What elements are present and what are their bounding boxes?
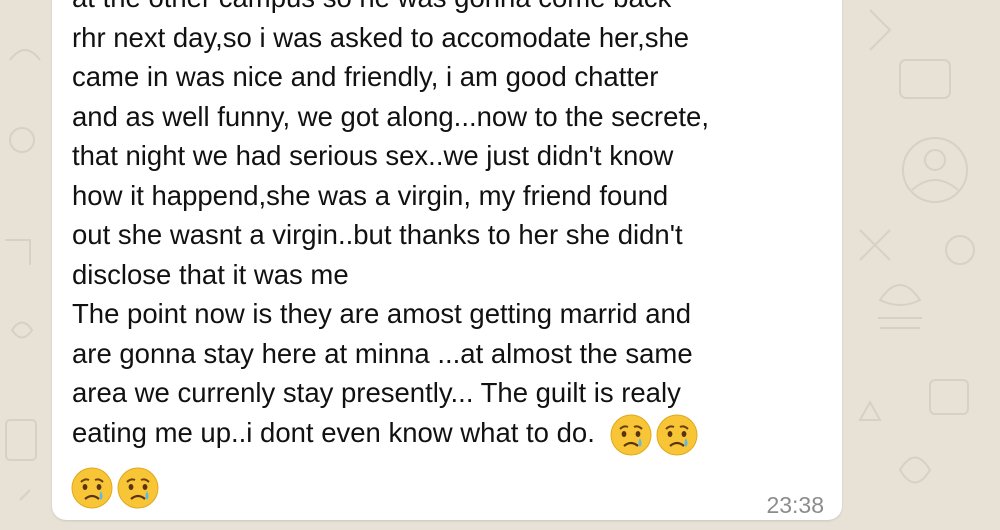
message-line: that night we had serious sex..we just d…: [72, 140, 674, 171]
message-line: are gonna stay here at minna ...at almos…: [72, 337, 693, 369]
message-line-with-emoji: eating me up..i dont even know what to d…: [72, 414, 701, 455]
crying-face-emoji-icon: [71, 467, 113, 509]
message-line: came in was nice and friendly, i am good…: [72, 61, 659, 92]
wallpaper-star-icon: [858, 399, 882, 421]
crying-face-emoji-icon: [117, 467, 159, 509]
crying-face-emoji-icon: [610, 414, 652, 455]
message-timestamp: 23:38: [766, 492, 824, 518]
wallpaper-card-icon: [899, 59, 951, 99]
message-line: at the other campus so he was gonna come…: [72, 0, 671, 13]
emoji-group: [609, 413, 701, 457]
message-line: and as well funny, we got along...now to…: [72, 100, 709, 132]
message-text: at the other campus so he was gonna come…: [72, 0, 832, 457]
message-line: disclose that it was me: [72, 258, 349, 290]
emoji-group-second-line: [70, 466, 162, 516]
message-line: area we currenly stay presently... The g…: [72, 377, 681, 408]
crying-face-emoji-icon: [656, 414, 698, 455]
message-line: eating me up..i dont even know what to d…: [72, 416, 595, 448]
wallpaper-box-icon: [929, 379, 969, 415]
message-line: rhr next day,so i was asked to accomodat…: [72, 21, 690, 53]
message-line: The point now is they are amost getting …: [72, 298, 692, 329]
message-line: how it happend,she was a virgin, my frie…: [72, 179, 669, 211]
wallpaper-burger-icon: [878, 284, 922, 306]
message-line: out she wasnt a virgin..but thanks to he…: [72, 219, 683, 250]
